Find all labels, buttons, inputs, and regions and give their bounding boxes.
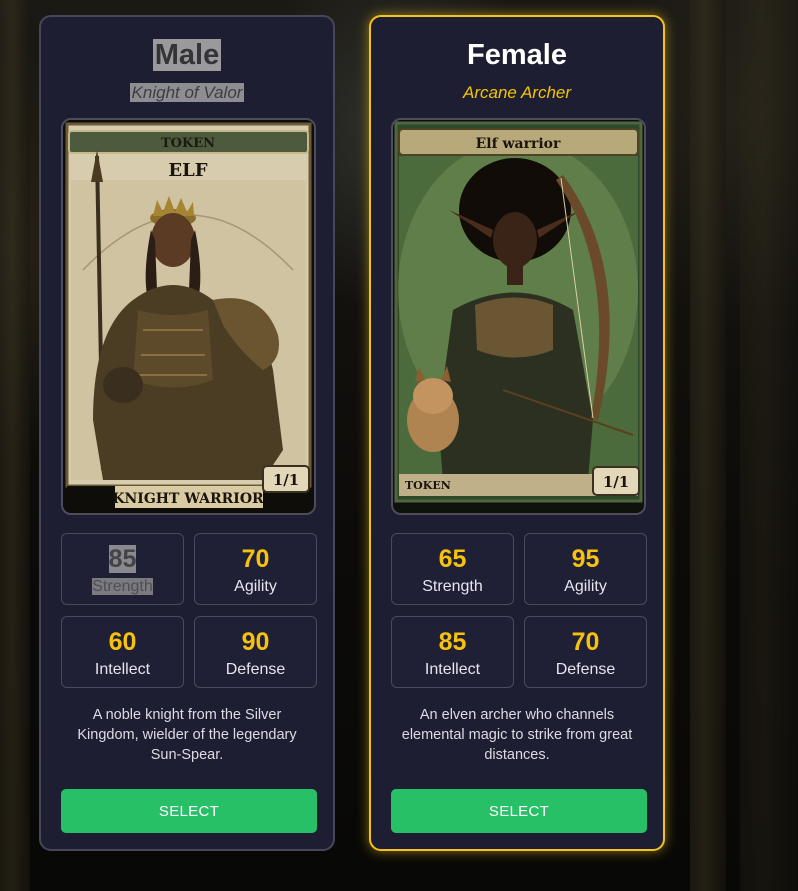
stat-value: 90 [241,628,270,656]
stat-intellect: 85 Intellect [391,616,514,688]
background-pillar [0,0,30,891]
card-token-label: TOKEN [161,136,215,151]
card-bottom-label: TOKEN [405,479,451,492]
stat-strength: 85 Strength [61,533,184,605]
stat-label: Agility [234,578,277,595]
stat-label: Intellect [94,661,151,678]
character-description: A noble knight from the Silver Kingdom, … [77,707,297,763]
stat-value: 85 [438,628,467,656]
stat-value: 65 [438,545,467,573]
stat-label: Intellect [424,661,481,678]
stat-label: Strength [422,578,483,595]
stat-label: Defense [555,661,616,678]
select-female-button[interactable]: SELECT [391,789,647,833]
card-type-line: KNIGHT WARRIOR [112,491,264,507]
stat-label: Strength [92,578,153,595]
character-card-male[interactable]: Male Knight of Valor TOKEN ELF KNIGHT WA… [39,15,335,851]
character-portrait: TOKEN ELF KNIGHT WARRIOR 1/1 [61,118,316,515]
stat-value: 70 [241,545,270,573]
stat-value: 70 [571,628,600,656]
stat-agility: 95 Agility [524,533,647,605]
stat-value: 85 [108,545,137,573]
stat-agility: 70 Agility [194,533,317,605]
card-power-toughness: 1/1 [273,471,299,489]
stat-value: 95 [571,545,600,573]
stat-defense: 70 Defense [524,616,647,688]
stat-label: Defense [225,661,286,678]
stat-label: Agility [564,578,607,595]
character-name: Male [152,39,222,71]
character-portrait: Elf warrior TOKEN 1/1 [391,118,646,515]
character-class: Arcane Archer [462,83,572,102]
card-race-label: ELF [168,160,207,181]
card-token-label: Elf warrior [476,136,561,152]
stat-value: 60 [108,628,137,656]
stat-strength: 65 Strength [391,533,514,605]
background-pillar [740,0,798,891]
character-name: Female [467,39,567,71]
character-class: Knight of Valor [129,83,245,102]
character-description: An elven archer who channels elemental m… [401,707,633,763]
stat-defense: 90 Defense [194,616,317,688]
background-pillar [690,0,726,891]
card-power-toughness: 1/1 [603,473,629,491]
stat-intellect: 60 Intellect [61,616,184,688]
character-card-female[interactable]: Female Arcane Archer Elf warrior TOKEN 1… [369,15,665,851]
select-male-button[interactable]: SELECT [61,789,317,833]
